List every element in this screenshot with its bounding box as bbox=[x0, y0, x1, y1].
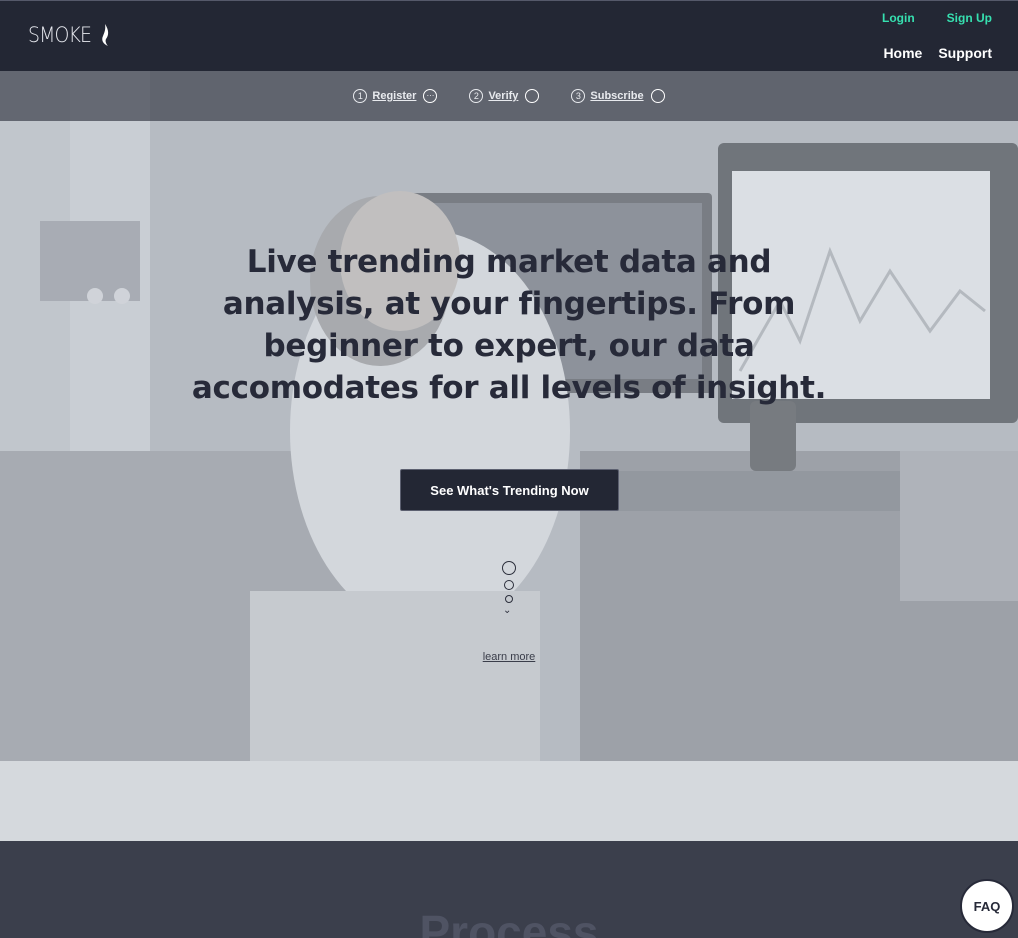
learn-more-link[interactable]: learn more bbox=[483, 651, 536, 663]
see-trending-button[interactable]: See What's Trending Now bbox=[400, 469, 619, 511]
medium-circle-icon bbox=[504, 580, 514, 590]
step-verify-link[interactable]: Verify bbox=[488, 90, 518, 102]
step-register-link[interactable]: Register bbox=[372, 90, 416, 102]
small-circle-icon bbox=[505, 595, 513, 603]
step-number: 1 bbox=[353, 89, 368, 103]
main-nav: Home Support bbox=[883, 45, 992, 61]
logo-text: SMOKE bbox=[28, 23, 92, 47]
brand-logo[interactable]: SMOKE bbox=[28, 23, 110, 47]
signup-link[interactable]: Sign Up bbox=[947, 11, 992, 25]
faq-button[interactable]: FAQ bbox=[960, 879, 1014, 933]
hero-headline: Live trending market data and analysis, … bbox=[191, 244, 827, 406]
learn-more-container: learn more bbox=[0, 647, 1018, 665]
flame-icon bbox=[102, 24, 109, 46]
top-navbar: SMOKE Login Sign Up Home Support bbox=[0, 0, 1018, 71]
step-number: 3 bbox=[571, 89, 586, 103]
auth-links: Login Sign Up bbox=[882, 11, 992, 25]
process-section: Process bbox=[0, 841, 1018, 938]
nav-support[interactable]: Support bbox=[938, 45, 992, 61]
step-register: 1 Register ··· bbox=[353, 89, 438, 103]
step-number: 2 bbox=[469, 89, 484, 103]
chevron-down-icon: ⌄ bbox=[503, 605, 512, 616]
empty-circle-icon bbox=[650, 89, 665, 103]
step-subscribe-link[interactable]: Subscribe bbox=[590, 90, 643, 102]
large-circle-icon bbox=[502, 561, 516, 575]
login-link[interactable]: Login bbox=[882, 11, 915, 25]
process-title: Process bbox=[419, 906, 599, 938]
ellipsis-circle-icon: ··· bbox=[423, 89, 438, 103]
hero-section: 1 Register ··· 2 Verify 3 Subscribe Live… bbox=[0, 71, 1018, 761]
empty-circle-icon bbox=[525, 89, 540, 103]
step-verify: 2 Verify bbox=[469, 89, 540, 103]
light-divider-band bbox=[0, 761, 1018, 841]
step-subscribe: 3 Subscribe bbox=[571, 89, 665, 103]
scroll-indicator[interactable]: ⌄ bbox=[499, 561, 519, 621]
nav-home[interactable]: Home bbox=[883, 45, 922, 61]
signup-progress-steps: 1 Register ··· 2 Verify 3 Subscribe bbox=[0, 71, 1018, 121]
